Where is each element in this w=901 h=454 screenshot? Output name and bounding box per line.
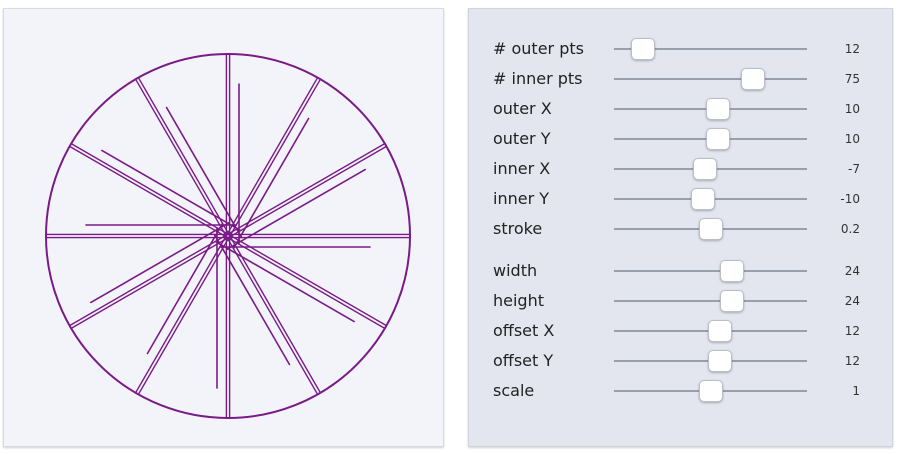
pattern-spoke [135, 79, 228, 238]
slider-row-outer-y: outer Y 10 [469, 124, 892, 154]
slider-label-inner-y: inner Y [493, 189, 550, 208]
slider-row-inner-pts: # inner pts 75 [469, 64, 892, 94]
slider-row-inner-x: inner X -7 [469, 154, 892, 184]
slider-thumb-outer-pts[interactable] [630, 38, 655, 60]
slider-thumb-inner-x[interactable] [692, 158, 717, 180]
slider-value-inner-x: -7 [848, 162, 860, 176]
pattern-spoke [228, 234, 321, 393]
slider-value-inner-y: -10 [840, 192, 860, 206]
slider-track-inner-pts[interactable] [614, 78, 807, 80]
slider-label-outer-pts: # outer pts [493, 39, 584, 58]
pattern-spoke [138, 77, 231, 236]
slider-label-scale: scale [493, 381, 535, 400]
slider-label-stroke: stroke [493, 219, 543, 238]
slider-row-stroke: stroke 0.2 [469, 214, 892, 244]
slider-row-inner-y: inner Y -10 [469, 184, 892, 214]
pattern-spoke [69, 146, 228, 239]
pattern-spoke [71, 143, 230, 236]
pattern-spoke [71, 236, 230, 329]
slider-value-outer-x: 10 [844, 102, 860, 116]
slider-label-inner-x: inner X [493, 159, 551, 178]
slider-track-width[interactable] [614, 270, 807, 272]
slider-value-outer-pts: 12 [844, 42, 860, 56]
slider-thumb-outer-y[interactable] [706, 128, 731, 150]
slider-row-outer-x: outer X 10 [469, 94, 892, 124]
slider-thumb-width[interactable] [719, 260, 744, 282]
pattern-spoke [225, 77, 318, 236]
slider-value-scale: 1 [852, 384, 860, 398]
slider-value-inner-pts: 75 [844, 72, 860, 86]
pattern-spoke [135, 234, 228, 393]
pattern-canvas [45, 53, 411, 419]
pattern-spoke [228, 233, 387, 326]
slider-row-height: height 24 [469, 286, 892, 316]
slider-value-offset-y: 12 [844, 354, 860, 368]
slider-track-height[interactable] [614, 300, 807, 302]
slider-label-height: height [493, 291, 544, 310]
slider-thumb-outer-x[interactable] [706, 98, 731, 120]
slider-value-stroke: 0.2 [840, 222, 860, 236]
slider-value-outer-y: 10 [844, 132, 860, 146]
slider-value-height: 24 [844, 294, 860, 308]
slider-thumb-inner-y[interactable] [690, 188, 715, 210]
slider-label-outer-y: outer Y [493, 129, 551, 148]
pattern-spoke [226, 236, 385, 329]
slider-label-outer-x: outer X [493, 99, 552, 118]
slider-label-width: width [493, 261, 538, 280]
slider-label-offset-x: offset X [493, 321, 555, 340]
pattern-spoke [225, 236, 318, 395]
pattern-spoke [69, 233, 228, 326]
slider-thumb-offset-x[interactable] [708, 320, 733, 342]
slider-row-offset-x: offset X 12 [469, 316, 892, 346]
pattern-spoke [226, 143, 385, 236]
pattern-spoke [138, 236, 231, 395]
slider-thumb-height[interactable] [719, 290, 744, 312]
slider-thumb-inner-pts[interactable] [740, 68, 765, 90]
slider-row-width: width 24 [469, 256, 892, 286]
pattern-spoke [228, 146, 387, 239]
slider-row-offset-y: offset Y 12 [469, 346, 892, 376]
slider-value-width: 24 [844, 264, 860, 278]
slider-value-offset-x: 12 [844, 324, 860, 338]
slider-label-offset-y: offset Y [493, 351, 554, 370]
slider-thumb-offset-y[interactable] [708, 350, 733, 372]
pattern-preview [3, 8, 444, 447]
slider-label-inner-pts: # inner pts [493, 69, 583, 88]
slider-row-outer-pts: # outer pts 12 [469, 34, 892, 64]
slider-row-scale: scale 1 [469, 376, 892, 406]
slider-thumb-scale[interactable] [698, 380, 723, 402]
outer-circle [45, 53, 411, 419]
pattern-spoke [228, 79, 321, 238]
slider-thumb-stroke[interactable] [698, 218, 723, 240]
controls-panel: # outer pts 12 # inner pts 75 outer X 10 outer… [468, 8, 893, 447]
